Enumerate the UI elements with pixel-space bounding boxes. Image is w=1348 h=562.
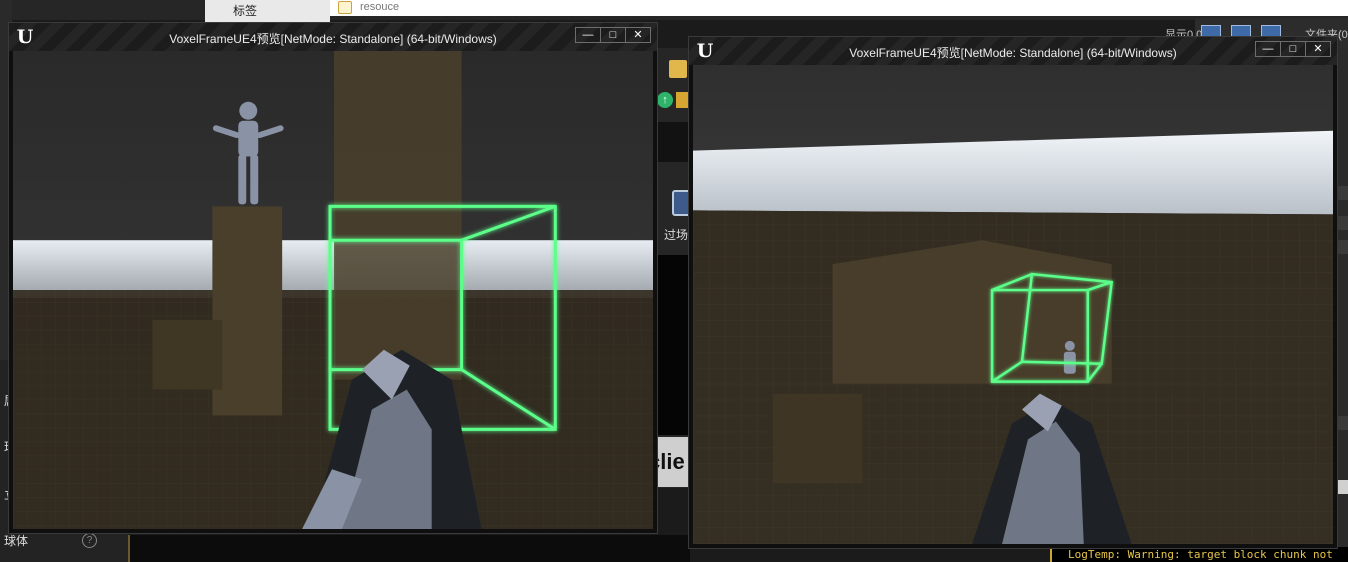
voxel-block — [152, 319, 223, 390]
output-log-panel — [128, 535, 690, 562]
window-controls: — □ ✕ — [575, 27, 651, 43]
tag-tab[interactable]: 标签 — [205, 0, 330, 22]
window-titlebar[interactable]: U VoxelFrameUE4预览[NetMode: Standalone] (… — [689, 37, 1337, 65]
horizon-fog — [13, 240, 653, 298]
log-line: LogTemp: Warning: target block chunk not — [1050, 547, 1348, 562]
address-bar[interactable]: resouce — [330, 0, 1348, 16]
game-viewport[interactable] — [13, 51, 653, 529]
voxel-pillar — [333, 51, 462, 380]
details-input[interactable] — [1337, 480, 1348, 494]
maximize-button[interactable]: □ — [600, 28, 625, 42]
details-icon[interactable] — [1337, 186, 1348, 200]
scene-render — [693, 65, 1333, 544]
import-icon[interactable]: ↑ — [657, 92, 673, 108]
minimize-button[interactable]: — — [576, 28, 600, 42]
transition-label[interactable]: 过场 — [664, 226, 688, 243]
game-viewport[interactable] — [693, 65, 1333, 544]
content-black-area — [656, 255, 692, 435]
window-titlebar[interactable]: U VoxelFrameUE4预览[NetMode: Standalone] (… — [9, 23, 657, 51]
voxel-tower — [212, 206, 283, 416]
window-title: VoxelFrameUE4预览[NetMode: Standalone] (64… — [169, 32, 497, 46]
voxel-block-near — [772, 393, 863, 484]
folder-icon — [338, 1, 352, 14]
close-button[interactable]: ✕ — [625, 28, 650, 42]
details-label — [1337, 240, 1348, 254]
details-field[interactable] — [1337, 216, 1348, 230]
content-toolbar-dark — [656, 122, 692, 162]
player-character — [1063, 340, 1076, 374]
client-text: clie — [656, 437, 692, 487]
add-folder-icon[interactable] — [669, 60, 687, 78]
close-button[interactable]: ✕ — [1305, 42, 1330, 56]
game-window-1[interactable]: U VoxelFrameUE4预览[NetMode: Standalone] (… — [8, 22, 658, 534]
window-controls: — □ ✕ — [1255, 41, 1331, 57]
question-icon[interactable]: ? — [82, 533, 97, 548]
minimize-button[interactable]: — — [1256, 42, 1280, 56]
scene-render — [13, 51, 653, 529]
details-value — [1337, 416, 1348, 430]
window-title: VoxelFrameUE4预览[NetMode: Standalone] (64… — [849, 46, 1177, 60]
address-text: resouce — [360, 1, 400, 13]
sphere-label[interactable]: 球体 — [4, 532, 28, 549]
maximize-button[interactable]: □ — [1280, 42, 1305, 56]
game-window-2[interactable]: U VoxelFrameUE4预览[NetMode: Standalone] (… — [688, 36, 1338, 549]
save-icon[interactable] — [676, 92, 688, 108]
